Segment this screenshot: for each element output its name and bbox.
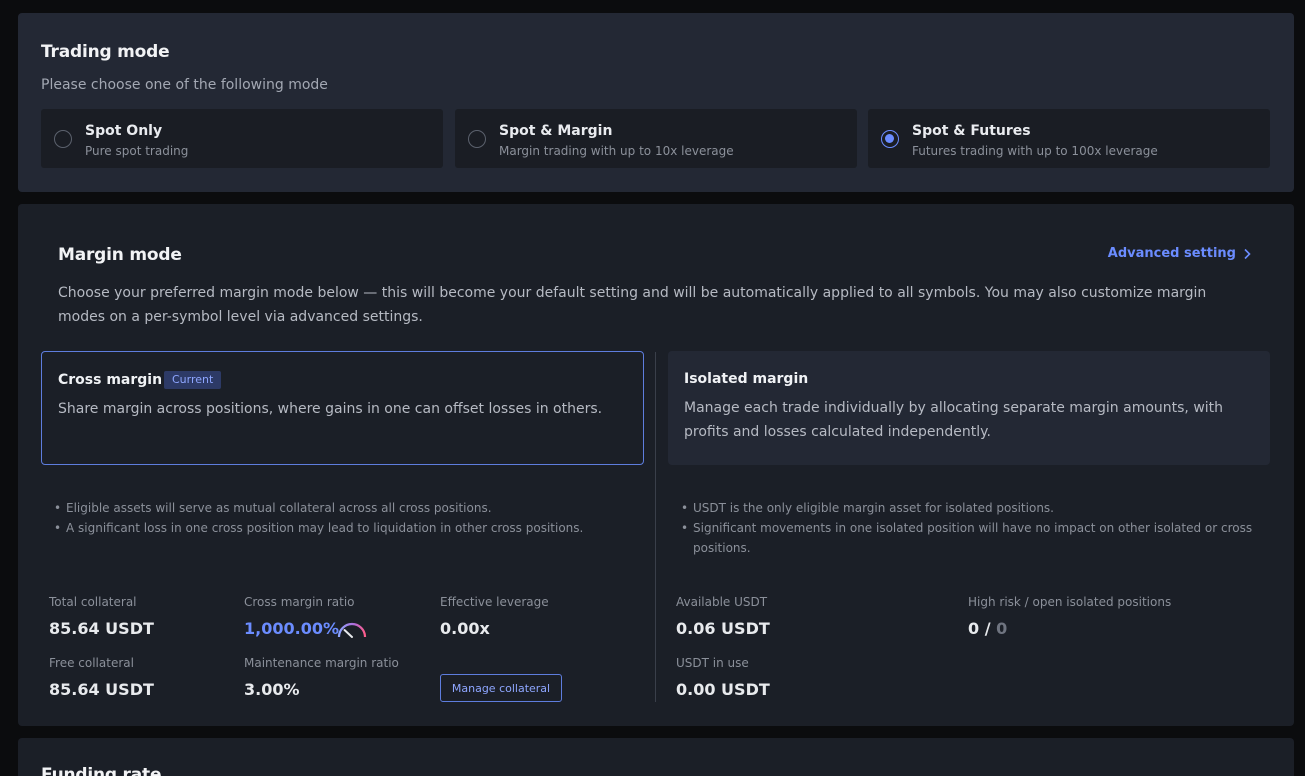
high-risk-count: 0 [968,619,980,638]
maintenance-margin-ratio-label: Maintenance margin ratio [244,656,399,670]
trading-mode-subtitle: Please choose one of the following mode [41,77,328,93]
free-collateral-label: Free collateral [49,656,134,670]
manage-collateral-button[interactable]: Manage collateral [440,674,562,702]
usdt-in-use-label: USDT in use [676,656,749,670]
cross-margin-bullets: Eligible assets will serve as mutual col… [49,498,639,538]
mode-option-desc: Pure spot trading [85,144,189,158]
margin-mode-description: Choose your preferred margin mode below … [58,285,1207,325]
funding-rate-title: Funding rate [41,765,162,776]
effective-leverage-label: Effective leverage [440,595,549,609]
available-usdt-label: Available USDT [676,595,768,609]
advanced-setting-label: Advanced setting [1107,246,1236,261]
cross-margin-ratio-value: 1,000.00% [244,619,339,638]
list-item: Significant movements in one isolated po… [676,518,1276,558]
current-badge: Current [164,371,222,389]
open-positions-count: 0 [996,619,1008,638]
margin-mode-panel: Margin mode Advanced setting Choose your… [18,204,1294,726]
total-collateral-value: 85.64 USDT [49,619,154,638]
funding-rate-panel: Funding rate [18,738,1294,776]
mode-option-desc: Futures trading with up to 100x leverage [912,144,1158,158]
mode-option-title: Spot & Margin [499,123,613,139]
isolated-margin-title: Isolated margin [684,371,809,387]
trading-mode-panel: Trading mode Please choose one of the fo… [18,13,1294,192]
chevron-right-icon [1244,248,1251,259]
isolated-margin-bullets: USDT is the only eligible margin asset f… [676,498,1276,558]
mode-option-spot-only[interactable]: Spot Only Pure spot trading [41,109,443,168]
isolated-margin-card[interactable]: Isolated margin Manage each trade indivi… [668,351,1270,465]
advanced-setting-link[interactable]: Advanced setting [1108,246,1252,261]
cross-margin-desc: Share margin across positions, where gai… [58,401,603,417]
separator: / [984,619,991,638]
radio-spot-margin[interactable] [468,130,486,148]
margin-mode-title: Margin mode [58,245,182,265]
maintenance-margin-ratio-value: 3.00% [244,680,300,699]
free-collateral-value: 85.64 USDT [49,680,154,699]
high-risk-label: High risk / open isolated positions [968,595,1172,609]
isolated-margin-desc: Manage each trade individually by alloca… [684,400,1224,440]
gauge-icon [337,622,367,638]
cross-margin-title: Cross margin [58,372,163,388]
effective-leverage-value: 0.00x [440,619,490,638]
trading-mode-title: Trading mode [41,42,170,62]
column-divider [655,352,656,702]
radio-spot-futures-selected[interactable] [881,130,899,148]
list-item: USDT is the only eligible margin asset f… [676,498,1276,518]
list-item: Eligible assets will serve as mutual col… [49,498,639,518]
mode-option-desc: Margin trading with up to 10x leverage [499,144,734,158]
list-item: A significant loss in one cross position… [49,518,639,538]
mode-option-spot-futures[interactable]: Spot & Futures Futures trading with up t… [868,109,1270,168]
radio-spot-only[interactable] [54,130,72,148]
usdt-in-use-value: 0.00 USDT [676,680,770,699]
mode-option-spot-margin[interactable]: Spot & Margin Margin trading with up to … [455,109,857,168]
high-risk-open-positions-value: 0 / 0 [968,619,1007,638]
cross-margin-ratio-label: Cross margin ratio [244,595,355,609]
mode-option-title: Spot & Futures [912,123,1031,139]
cross-margin-card[interactable]: Cross margin Current Share margin across… [41,351,644,465]
available-usdt-value: 0.06 USDT [676,619,770,638]
total-collateral-label: Total collateral [49,595,137,609]
mode-option-title: Spot Only [85,123,163,139]
